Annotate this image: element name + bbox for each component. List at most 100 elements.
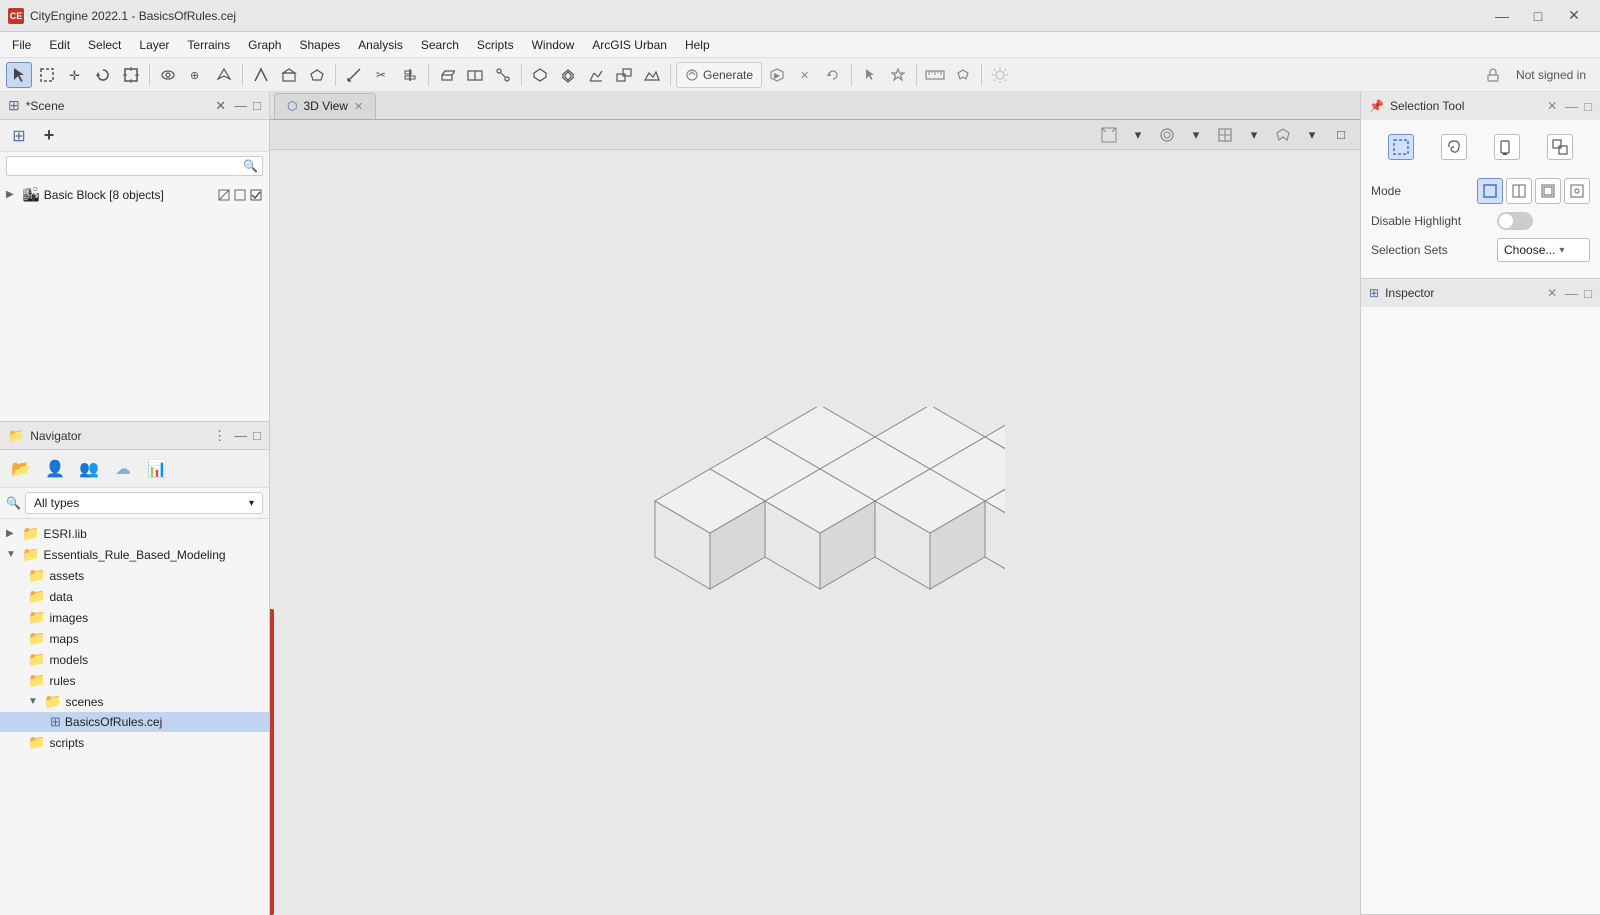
navigator-options-icon[interactable]: ⋮ xyxy=(213,428,226,444)
nav-item-models[interactable]: 📁 models xyxy=(0,649,269,670)
menu-file[interactable]: File xyxy=(4,36,39,54)
select-tool-button[interactable] xyxy=(6,62,32,88)
mode-center-button[interactable] xyxy=(1564,178,1590,204)
nav-item-data[interactable]: 📁 data xyxy=(0,586,269,607)
minimize-button[interactable]: — xyxy=(1484,0,1520,32)
view-perspective-button[interactable] xyxy=(1096,122,1122,148)
mode-touch-button[interactable] xyxy=(1506,178,1532,204)
menu-shapes[interactable]: Shapes xyxy=(291,36,348,54)
nav-item-esrilib[interactable]: ▶ 📁 ESRI.lib xyxy=(0,523,269,544)
nav-item-scenes[interactable]: ▼ 📁 scenes xyxy=(0,691,269,712)
scene-search-input[interactable] xyxy=(11,159,243,173)
not-signed-in-label[interactable]: Not signed in xyxy=(1508,68,1594,82)
menu-window[interactable]: Window xyxy=(524,36,583,54)
nav-item-essentials[interactable]: ▼ 📁 Essentials_Rule_Based_Modeling xyxy=(0,544,269,565)
nav-orbit-button[interactable] xyxy=(155,62,181,88)
decimate-button[interactable] xyxy=(583,62,609,88)
nav-item-scripts[interactable]: 📁 scripts xyxy=(0,732,269,753)
menu-terrains[interactable]: Terrains xyxy=(179,36,238,54)
lasso-select-mode-button[interactable] xyxy=(1441,134,1467,160)
menu-edit[interactable]: Edit xyxy=(41,36,78,54)
tab-3d-view[interactable]: ⬡ 3D View ✕ xyxy=(274,93,376,119)
scene-check-hatched[interactable] xyxy=(217,188,231,202)
bookmark-button[interactable] xyxy=(950,62,976,88)
view-bookmark-button[interactable] xyxy=(1270,122,1296,148)
scene-add-button[interactable]: + xyxy=(36,123,62,149)
close-button[interactable]: ✕ xyxy=(1556,0,1592,32)
scene-group-item[interactable]: ▶ 🏙 Basic Block [8 objects] xyxy=(0,184,269,205)
terrain-button[interactable] xyxy=(639,62,665,88)
nav-cloud-button[interactable]: ☁ xyxy=(108,454,138,484)
scene-check-empty[interactable] xyxy=(233,188,247,202)
rect-select-mode-button[interactable] xyxy=(1388,134,1414,160)
mode-contain-button[interactable] xyxy=(1535,178,1561,204)
ruler-button[interactable] xyxy=(922,62,948,88)
selection-sets-dropdown[interactable]: Choose... ▾ xyxy=(1497,238,1590,262)
generate-options-button[interactable]: ▶ xyxy=(764,62,790,88)
selection-tool-minimize-button[interactable]: — xyxy=(1565,99,1578,114)
nav-item-maps[interactable]: 📁 maps xyxy=(0,628,269,649)
selection-tool-close-button[interactable]: ✕ xyxy=(1547,99,1557,113)
menu-help[interactable]: Help xyxy=(677,36,718,54)
scene-minimize-button[interactable]: — xyxy=(234,98,247,113)
frame-button[interactable] xyxy=(118,62,144,88)
nav-group-button[interactable]: 👥 xyxy=(74,454,104,484)
mode-rect-button[interactable] xyxy=(1477,178,1503,204)
nav-user-button[interactable]: 👤 xyxy=(40,454,70,484)
paint-select-mode-button[interactable] xyxy=(1494,134,1520,160)
rotate-button[interactable] xyxy=(90,62,116,88)
view-render-dropdown[interactable]: ▾ xyxy=(1183,122,1209,148)
navigator-maximize-button[interactable]: □ xyxy=(253,428,261,443)
menu-arcgis-urban[interactable]: ArcGIS Urban xyxy=(584,36,675,54)
waypoint-button[interactable] xyxy=(885,62,911,88)
nav-fly-button[interactable] xyxy=(211,62,237,88)
nav-arcgis-button[interactable]: 📊 xyxy=(142,454,172,484)
combine-button[interactable] xyxy=(611,62,637,88)
scene-maximize-button[interactable]: □ xyxy=(253,98,261,113)
trim-button[interactable]: ✂ xyxy=(369,62,395,88)
align-button[interactable] xyxy=(397,62,423,88)
lock-button[interactable] xyxy=(1480,62,1506,88)
cleanup-button[interactable] xyxy=(527,62,553,88)
view-overlay-button[interactable] xyxy=(1212,122,1238,148)
generate-button[interactable]: Generate xyxy=(676,62,762,88)
nav-item-basicsofrulescej[interactable]: ⊞ BasicsOfRules.cej xyxy=(0,712,269,732)
offset-button[interactable] xyxy=(555,62,581,88)
move-button[interactable]: ✛ xyxy=(62,62,88,88)
nav-item-rules[interactable]: 📁 rules xyxy=(0,670,269,691)
menu-graph[interactable]: Graph xyxy=(240,36,289,54)
menu-analysis[interactable]: Analysis xyxy=(350,36,411,54)
scene-check-full[interactable] xyxy=(249,188,263,202)
scene-close-button[interactable]: ✕ xyxy=(215,98,226,114)
inspector-close-button[interactable]: ✕ xyxy=(1547,286,1557,300)
graph-edit-button[interactable] xyxy=(490,62,516,88)
extrude-button[interactable] xyxy=(434,62,460,88)
inspector-minimize-button[interactable]: — xyxy=(1565,286,1578,301)
view-maximize-button[interactable]: □ xyxy=(1328,122,1354,148)
nav-pan-button[interactable]: ⊕ xyxy=(183,62,209,88)
shape-street-button[interactable] xyxy=(248,62,274,88)
sun-button[interactable] xyxy=(987,62,1013,88)
nav-item-assets[interactable]: 📁 assets xyxy=(0,565,269,586)
view-bookmark-dropdown[interactable]: ▾ xyxy=(1299,122,1325,148)
type-filter-dropdown[interactable]: All types ▾ xyxy=(25,492,263,514)
box-select-button[interactable] xyxy=(34,62,60,88)
navigator-minimize-button[interactable]: — xyxy=(234,428,247,443)
view-render-button[interactable] xyxy=(1154,122,1180,148)
shape-polygon-button[interactable] xyxy=(304,62,330,88)
nav-item-images[interactable]: 📁 images xyxy=(0,607,269,628)
view-dropdown-button[interactable]: ▾ xyxy=(1125,122,1151,148)
menu-layer[interactable]: Layer xyxy=(131,36,177,54)
shape-block-button[interactable] xyxy=(276,62,302,88)
inspector-maximize-button[interactable]: □ xyxy=(1584,286,1592,301)
render-cursor-button[interactable] xyxy=(857,62,883,88)
maximize-button[interactable]: □ xyxy=(1520,0,1556,32)
nav-folder-button[interactable]: 📂 xyxy=(6,454,36,484)
disable-highlight-toggle[interactable] xyxy=(1497,212,1533,230)
menu-scripts[interactable]: Scripts xyxy=(469,36,522,54)
scene-layer-button[interactable]: ⊞ xyxy=(6,123,32,149)
tab-close-icon[interactable]: ✕ xyxy=(354,100,363,113)
search-icon[interactable]: 🔍 xyxy=(243,159,258,173)
menu-select[interactable]: Select xyxy=(80,36,129,54)
measure-button[interactable] xyxy=(341,62,367,88)
